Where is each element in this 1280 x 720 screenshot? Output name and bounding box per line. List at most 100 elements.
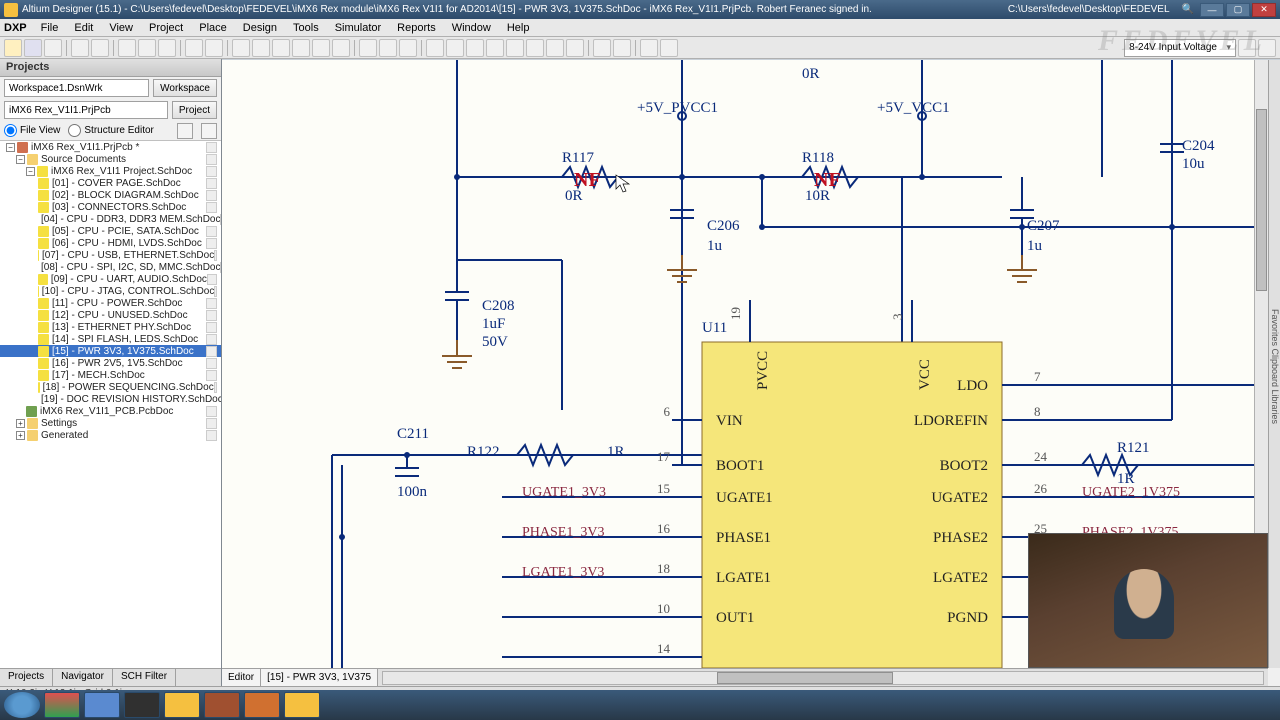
menu-project[interactable]: Project [141,22,191,34]
tree-row[interactable]: −iMX6 Rex_V1I1.PrjPcb * [0,141,221,153]
tool-d[interactable] [292,39,310,57]
tree-row[interactable]: [17] - MECH.SchDoc [0,369,221,381]
workspace-combo[interactable]: Workspace1.DsnWrk [4,79,149,97]
tool-n[interactable] [1238,39,1256,57]
tab-schfilter[interactable]: SCH Filter [113,669,176,686]
tree-row[interactable]: [08] - CPU - SPI, I2C, SD, MMC.SchDoc [0,261,221,273]
hscroll-thumb[interactable] [717,672,893,684]
right-dock-tabs[interactable]: Favorites Clipboard Libraries [1268,60,1280,668]
tool-open[interactable] [24,39,42,57]
tree-row[interactable]: [06] - CPU - HDMI, LVDS.SchDoc [0,237,221,249]
tree-row[interactable]: [16] - PWR 2V5, 1V5.SchDoc [0,357,221,369]
tool-print[interactable] [71,39,89,57]
menu-file[interactable]: File [33,22,67,34]
menu-simulator[interactable]: Simulator [327,22,389,34]
menu-view[interactable]: View [101,22,141,34]
fileview-radio[interactable]: File View [4,124,60,137]
tab-projects[interactable]: Projects [0,669,53,686]
hscroll-track[interactable] [382,671,1264,685]
tool-cut[interactable] [118,39,136,57]
tree-expander[interactable]: − [16,155,25,164]
tree-row[interactable]: +Generated [0,429,221,441]
tool-net[interactable] [446,39,464,57]
tool-arc[interactable] [566,39,584,57]
tool-redo[interactable] [205,39,223,57]
panel-options[interactable] [201,123,217,139]
tree-row[interactable]: [02] - BLOCK DIAGRAM.SchDoc [0,189,221,201]
tree-row[interactable]: [03] - CONNECTORS.SchDoc [0,201,221,213]
tree-expander[interactable]: − [6,143,15,152]
task-altium[interactable] [164,692,200,718]
project-tree[interactable]: −iMX6 Rex_V1I1.PrjPcb *−Source Documents… [0,141,221,668]
tool-i[interactable] [399,39,417,57]
tool-text[interactable] [526,39,544,57]
tool-gnd[interactable] [486,39,504,57]
menu-edit[interactable]: Edit [66,22,101,34]
tool-k[interactable] [613,39,631,57]
tree-row[interactable]: −Source Documents [0,153,221,165]
tree-row[interactable]: iMX6 Rex_V1I1_PCB.PcbDoc [0,405,221,417]
tree-row[interactable]: [14] - SPI FLASH, LEDS.SchDoc [0,333,221,345]
tool-h[interactable] [379,39,397,57]
tool-copy[interactable] [138,39,156,57]
tool-new[interactable] [4,39,22,57]
menu-design[interactable]: Design [235,22,285,34]
tree-row[interactable]: [19] - DOC REVISION HISTORY.SchDoc [0,393,221,405]
tree-row[interactable]: [07] - CPU - USB, ETHERNET.SchDoc [0,249,221,261]
menu-place[interactable]: Place [191,22,235,34]
tree-row[interactable]: +Settings [0,417,221,429]
tool-undo[interactable] [185,39,203,57]
tree-expander[interactable]: − [26,167,35,176]
menu-reports[interactable]: Reports [389,22,444,34]
tree-row[interactable]: [05] - CPU - PCIE, SATA.SchDoc [0,225,221,237]
dxp-menu[interactable]: DXP [4,22,33,34]
tree-row[interactable]: [09] - CPU - UART, AUDIO.SchDoc [0,273,221,285]
tool-o[interactable] [1258,39,1276,57]
menu-help[interactable]: Help [499,22,538,34]
tool-e[interactable] [312,39,330,57]
menu-window[interactable]: Window [444,22,499,34]
project-combo[interactable]: iMX6 Rex_V1I1.PrjPcb [4,101,168,119]
search-icon[interactable]: 🔍 [1182,4,1194,15]
task-notepad[interactable] [84,692,120,718]
vscroll-thumb[interactable] [1256,109,1267,291]
structeditor-radio[interactable]: Structure Editor [68,124,153,137]
minimize-button[interactable]: — [1200,3,1224,17]
tool-part[interactable] [506,39,524,57]
task-java[interactable] [204,692,240,718]
task-app1[interactable] [124,692,160,718]
close-button[interactable]: ✕ [1252,3,1276,17]
menu-tools[interactable]: Tools [285,22,327,34]
tree-expander[interactable]: + [16,419,25,428]
project-button[interactable]: Project [172,101,217,119]
tool-c[interactable] [272,39,290,57]
tool-save[interactable] [44,39,62,57]
tool-wire[interactable] [426,39,444,57]
tree-row[interactable]: [12] - CPU - UNUSED.SchDoc [0,309,221,321]
voltage-combo[interactable]: 8-24V Input Voltage [1124,39,1236,57]
tool-rect[interactable] [546,39,564,57]
task-app2[interactable] [244,692,280,718]
tool-zoom[interactable] [91,39,109,57]
task-chrome[interactable] [44,692,80,718]
tree-row[interactable]: [04] - CPU - DDR3, DDR3 MEM.SchDoc [0,213,221,225]
tool-g[interactable] [359,39,377,57]
tool-f[interactable] [332,39,350,57]
tool-l[interactable] [640,39,658,57]
tool-port[interactable] [466,39,484,57]
tree-row[interactable]: [13] - ETHERNET PHY.SchDoc [0,321,221,333]
tree-row[interactable]: [10] - CPU - JTAG, CONTROL.SchDoc [0,285,221,297]
editor-doc[interactable]: [15] - PWR 3V3, 1V375 [261,669,378,686]
editor-tab[interactable]: Editor [222,669,261,686]
tool-m[interactable] [660,39,678,57]
tab-navigator[interactable]: Navigator [53,669,113,686]
start-button[interactable] [4,692,40,718]
tool-paste[interactable] [158,39,176,57]
task-altium2[interactable] [284,692,320,718]
tree-row[interactable]: [18] - POWER SEQUENCING.SchDoc [0,381,221,393]
panel-refresh[interactable] [177,123,193,139]
tree-row[interactable]: [15] - PWR 3V3, 1V375.SchDoc [0,345,221,357]
workspace-button[interactable]: Workspace [153,79,217,97]
tool-a[interactable] [232,39,250,57]
tree-row[interactable]: −iMX6 Rex_V1I1 Project.SchDoc [0,165,221,177]
